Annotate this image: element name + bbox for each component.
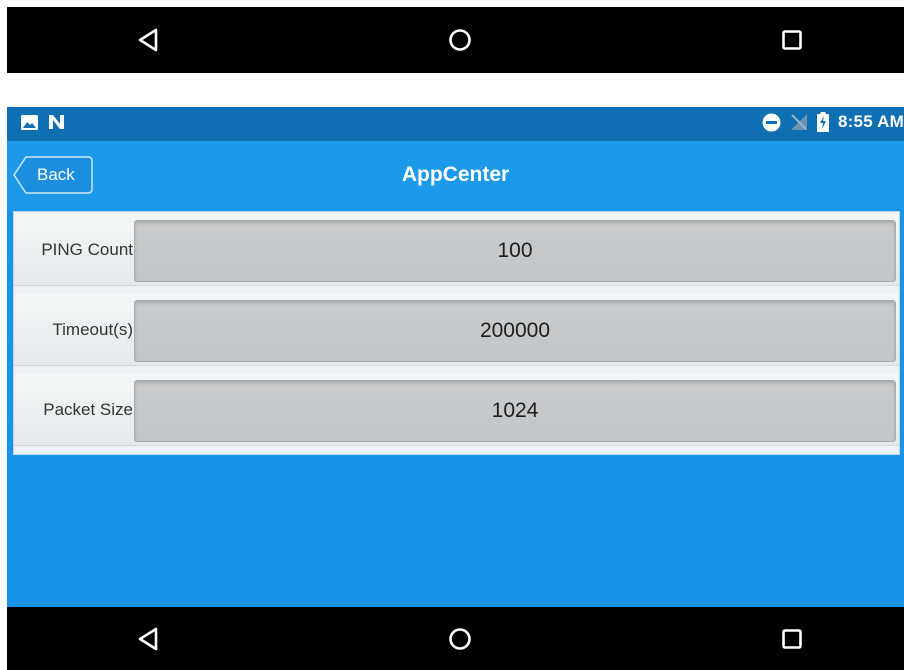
home-icon — [449, 29, 471, 51]
form-row-timeout: Timeout(s) 200000 — [14, 294, 899, 366]
nav-recents-button[interactable] — [772, 20, 812, 60]
back-icon — [138, 28, 158, 52]
status-bar: 8:55 AM — [7, 107, 904, 141]
n-icon — [49, 115, 64, 129]
do-not-disturb-icon — [762, 113, 781, 131]
form-row-packet-size: Packet Size 1024 — [14, 374, 899, 446]
app-title-bar: Back AppCenter — [7, 141, 904, 209]
image-icon — [21, 114, 38, 130]
nav-recents-button[interactable] — [772, 619, 812, 659]
ping-count-input[interactable]: 100 — [134, 220, 896, 282]
device-screen: 8:55 AM Back AppCenter PING Count 100 Ti… — [7, 107, 904, 607]
nav-home-button[interactable] — [440, 20, 480, 60]
recents-icon — [782, 30, 802, 50]
timeout-input[interactable]: 200000 — [134, 300, 896, 362]
clock: 8:55 AM — [838, 112, 904, 131]
nav-back-button[interactable] — [128, 619, 168, 659]
page-title: AppCenter — [401, 163, 510, 186]
nav-back-button[interactable] — [128, 20, 168, 60]
form-row-ping-count: PING Count 100 — [14, 214, 899, 286]
recents-icon — [782, 628, 802, 649]
timeout-label: Timeout(s) — [52, 320, 133, 339]
ping-count-label: PING Count — [41, 240, 133, 259]
back-icon — [138, 627, 158, 650]
no-signal-icon — [791, 114, 808, 130]
ping-settings-form: PING Count 100 Timeout(s) 200000 Packet … — [13, 211, 900, 455]
packet-size-input[interactable]: 1024 — [134, 380, 896, 442]
bottom-navigation-bar — [7, 607, 904, 670]
packet-size-label: Packet Size — [43, 400, 133, 419]
nav-home-button[interactable] — [440, 619, 480, 659]
top-navigation-bar — [7, 7, 904, 73]
battery-charging-icon — [817, 112, 830, 132]
home-icon — [449, 627, 471, 650]
